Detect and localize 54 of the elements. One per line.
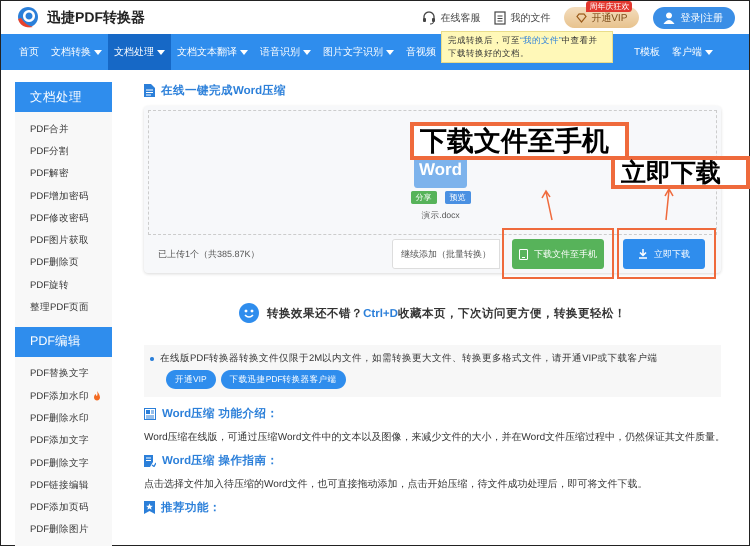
file-name: 演示.docx [421, 210, 460, 222]
my-files-link[interactable]: 我的文件 [494, 10, 550, 24]
sidebar-link[interactable]: PDF链接编辑 [30, 478, 89, 492]
section-heading: Word压缩 操作指南： [162, 453, 278, 468]
sidebar-heading: 文档处理 [15, 82, 112, 112]
sidebar-link[interactable]: PDF合并 [30, 122, 69, 136]
sidebar-link[interactable]: PDF删除图片 [30, 523, 89, 536]
my-files-link[interactable]: “我的文件” [520, 35, 562, 45]
section-text: 点击选择文件加入待压缩的Word文件，也可直接拖动添加，点击开始压缩，待文件成功处理后，即可将文件下载。 [144, 478, 649, 491]
sidebar-link[interactable]: PDF删除页 [30, 256, 79, 270]
download-icon [638, 249, 648, 259]
section-heading: 推荐功能： [161, 500, 221, 515]
annotation-label: 下载文件至手机 [410, 122, 629, 160]
annotation-arrow [664, 187, 674, 220]
sidebar-link[interactable]: PDF删除水印 [30, 412, 89, 425]
promo-badge: 周年庆狂欢 [586, 1, 632, 12]
annotation-label: 立即下载 [611, 156, 750, 189]
bookmark-star-icon [144, 501, 155, 514]
bullet-icon [150, 356, 154, 360]
tooltip: 完成转换后，可至“我的文件”中查看并下载转换好的文档。 [441, 31, 613, 63]
logo-text: 迅捷PDF转换器 [47, 8, 145, 26]
checklist-icon [144, 454, 156, 467]
sidebar-link[interactable]: PDF增加密码 [30, 190, 89, 203]
sidebar-link[interactable]: PDF分割 [30, 144, 69, 158]
notice-text: 在线版PDF转换器转换文件仅限于2M以内文件，如需转换更大文件、转换更多格式文件，请开通VIP或下载客户端 [160, 352, 658, 365]
document-icon [494, 10, 506, 24]
sidebar-link[interactable]: PDF修改密码 [30, 212, 89, 225]
section-text: Word压缩在线版，可通过压缩Word文件中的文本以及图像，来减少文件的大小，并在Word文件压缩过程中，仍然保证其文件质量。 [144, 430, 721, 444]
add-more-button[interactable]: 继续添加（批量转换） [392, 239, 500, 269]
sidebar-link[interactable]: PDF添加水印 [30, 390, 89, 403]
document-icon [144, 84, 155, 97]
diamond-icon [576, 12, 588, 22]
sidebar-link[interactable]: PDF旋转 [30, 278, 69, 292]
page-title: 在线一键完成Word压缩 [161, 83, 286, 98]
nav-tab[interactable]: 文档处理 [108, 34, 171, 70]
upload-status: 已上传1个（共385.87K） [158, 248, 261, 260]
sidebar-link[interactable]: PDF添加文字 [30, 434, 89, 448]
sidebar-heading: PDF编辑 [15, 326, 112, 357]
user-icon [663, 12, 676, 24]
logo-icon [15, 4, 41, 30]
sidebar-link[interactable]: PDF图片获取 [30, 234, 89, 248]
section-heading: Word压缩 功能介绍： [162, 406, 278, 421]
sidebar-link[interactable]: 整理PDF页面 [30, 301, 89, 314]
sidebar-link[interactable]: PDF删除文字 [30, 456, 89, 470]
headset-icon [422, 10, 436, 24]
sidebar-link[interactable]: PDF替换文字 [30, 367, 89, 380]
article-icon [144, 408, 156, 420]
sidebar-link[interactable]: PDF解密 [30, 167, 69, 180]
promo-text: 转换效果还不错？Ctrl+D收藏本页，下次访问更方便，转换更轻松！ [267, 306, 626, 320]
support-link[interactable]: 在线客服 [422, 10, 480, 24]
phone-icon [519, 248, 528, 260]
sidebar-link[interactable]: PDF添加页码 [30, 501, 89, 514]
smiley-icon [239, 303, 260, 323]
annotation-arrow [541, 190, 553, 220]
